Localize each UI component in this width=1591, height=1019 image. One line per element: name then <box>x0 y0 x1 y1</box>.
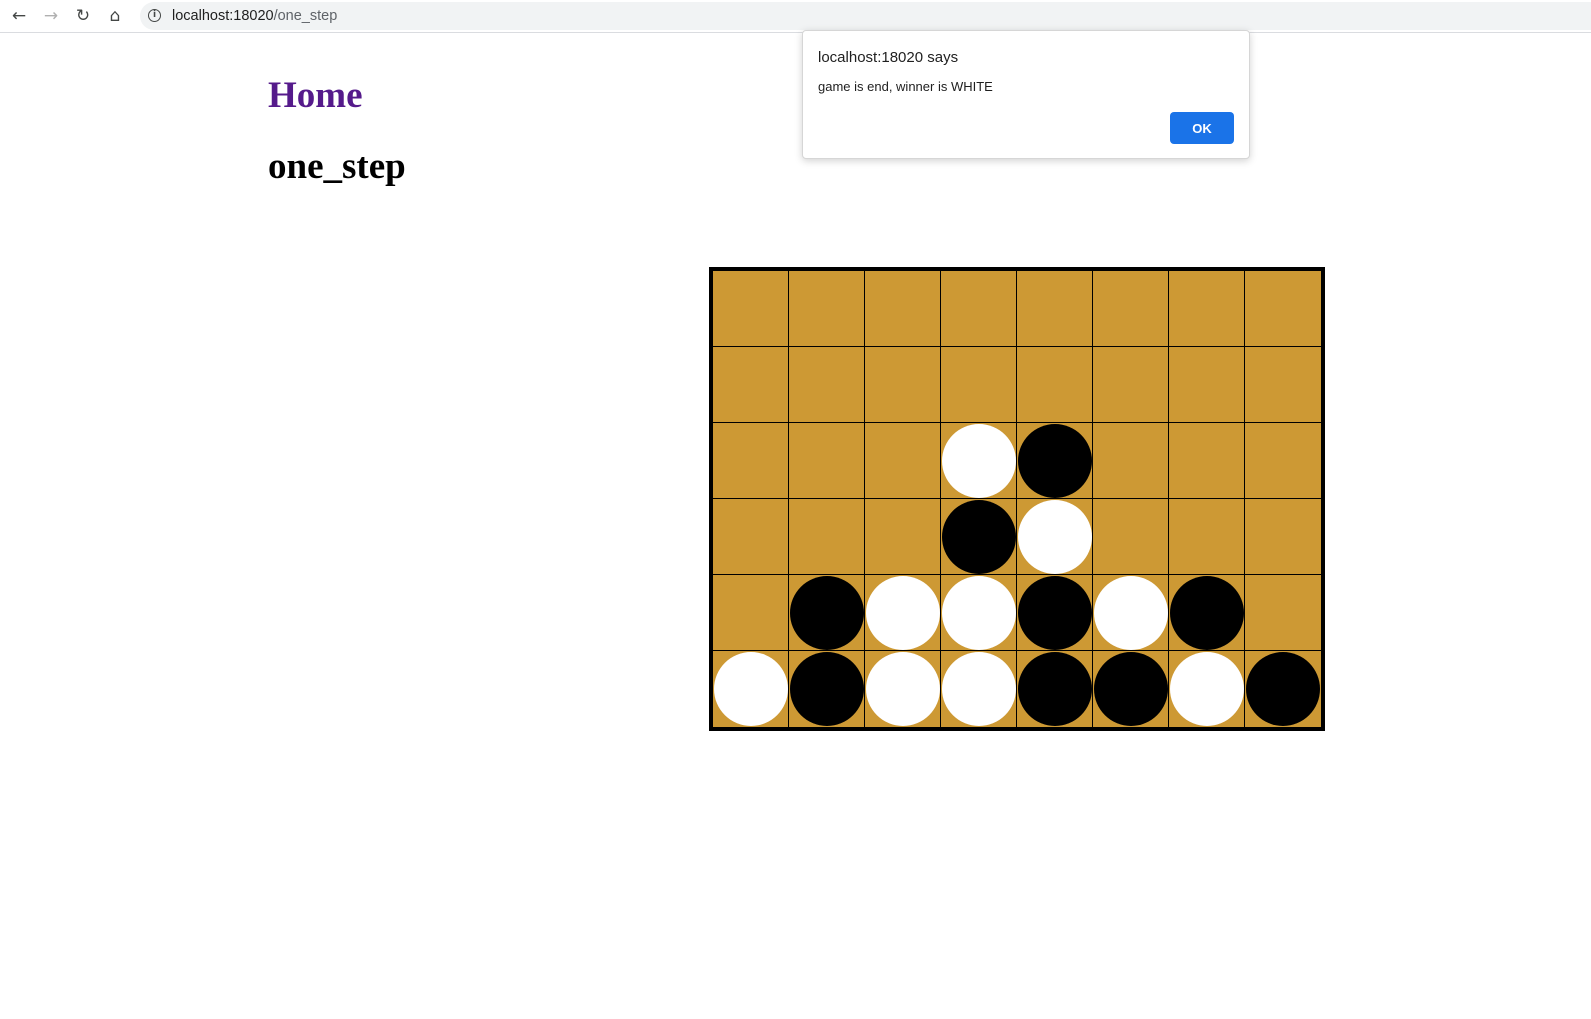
black-stone <box>1170 576 1244 650</box>
board-cell[interactable] <box>941 271 1017 347</box>
white-stone <box>942 576 1016 650</box>
board-cell[interactable] <box>941 575 1017 651</box>
board-cell[interactable] <box>941 499 1017 575</box>
board-cell[interactable] <box>1093 423 1169 499</box>
board-cell[interactable] <box>865 575 941 651</box>
url-path: /one_step <box>273 8 338 24</box>
board-cell[interactable] <box>1169 271 1245 347</box>
board-cell[interactable] <box>1093 271 1169 347</box>
black-stone <box>1094 652 1168 726</box>
black-stone <box>1018 652 1092 726</box>
black-stone <box>1246 652 1320 726</box>
white-stone <box>942 652 1016 726</box>
board-cell[interactable] <box>1169 347 1245 423</box>
board-cell[interactable] <box>1169 423 1245 499</box>
black-stone <box>790 652 864 726</box>
back-arrow-icon[interactable]: ← <box>8 5 30 27</box>
board-cell[interactable] <box>1017 423 1093 499</box>
board-cell[interactable] <box>865 499 941 575</box>
reload-icon[interactable]: ↻ <box>72 5 94 27</box>
browser-toolbar: ← → ↻ ⌂ i localhost:18020/one_step <box>0 0 1591 33</box>
ok-button[interactable]: OK <box>1170 112 1234 144</box>
board-cell[interactable] <box>1093 651 1169 727</box>
board-cell[interactable] <box>1245 651 1321 727</box>
board-cell[interactable] <box>713 499 789 575</box>
board-cell[interactable] <box>865 423 941 499</box>
black-stone <box>942 500 1016 574</box>
board-cell[interactable] <box>865 651 941 727</box>
board-cell[interactable] <box>713 651 789 727</box>
alert-dialog: localhost:18020 says game is end, winner… <box>802 30 1250 159</box>
board-cell[interactable] <box>941 651 1017 727</box>
white-stone <box>1094 576 1168 650</box>
board-cell[interactable] <box>1245 347 1321 423</box>
board-cell[interactable] <box>1017 575 1093 651</box>
board-cell[interactable] <box>789 423 865 499</box>
game-board <box>709 267 1325 731</box>
board-cell[interactable] <box>1245 423 1321 499</box>
white-stone <box>866 652 940 726</box>
board-cell[interactable] <box>1169 575 1245 651</box>
board-cell[interactable] <box>1093 575 1169 651</box>
black-stone <box>1018 424 1092 498</box>
board-cell[interactable] <box>713 271 789 347</box>
board-cell[interactable] <box>789 271 865 347</box>
url-host: localhost:18020 <box>172 8 274 24</box>
board-cell[interactable] <box>789 347 865 423</box>
board-cell[interactable] <box>713 575 789 651</box>
forward-arrow-icon[interactable]: → <box>40 5 62 27</box>
board-cell[interactable] <box>713 347 789 423</box>
board-cell[interactable] <box>1245 575 1321 651</box>
board-cell[interactable] <box>1245 499 1321 575</box>
white-stone <box>1170 652 1244 726</box>
black-stone <box>1018 576 1092 650</box>
board-cell[interactable] <box>789 499 865 575</box>
board-cell[interactable] <box>1169 499 1245 575</box>
dialog-title: localhost:18020 says <box>818 49 959 66</box>
page-title: one_step <box>268 146 406 187</box>
board-cell[interactable] <box>1017 347 1093 423</box>
board-cell[interactable] <box>1017 271 1093 347</box>
url-text[interactable]: localhost:18020/one_step <box>172 8 337 24</box>
board-cell[interactable] <box>1017 499 1093 575</box>
board-cell[interactable] <box>941 347 1017 423</box>
white-stone <box>942 424 1016 498</box>
board-cell[interactable] <box>1169 651 1245 727</box>
address-bar[interactable]: i localhost:18020/one_step <box>140 2 1591 30</box>
board-cell[interactable] <box>789 651 865 727</box>
white-stone <box>866 576 940 650</box>
board-cell[interactable] <box>1093 347 1169 423</box>
white-stone <box>714 652 788 726</box>
board-cell[interactable] <box>1093 499 1169 575</box>
board-cell[interactable] <box>713 423 789 499</box>
board-cell[interactable] <box>1245 271 1321 347</box>
board-cell[interactable] <box>941 423 1017 499</box>
home-link[interactable]: Home <box>268 74 363 117</box>
white-stone <box>1018 500 1092 574</box>
board-cell[interactable] <box>789 575 865 651</box>
site-info-icon[interactable]: i <box>148 9 161 22</box>
board-cell[interactable] <box>865 271 941 347</box>
board-cell[interactable] <box>1017 651 1093 727</box>
board-cell[interactable] <box>865 347 941 423</box>
home-icon[interactable]: ⌂ <box>104 5 126 27</box>
black-stone <box>790 576 864 650</box>
dialog-message: game is end, winner is WHITE <box>818 79 993 94</box>
